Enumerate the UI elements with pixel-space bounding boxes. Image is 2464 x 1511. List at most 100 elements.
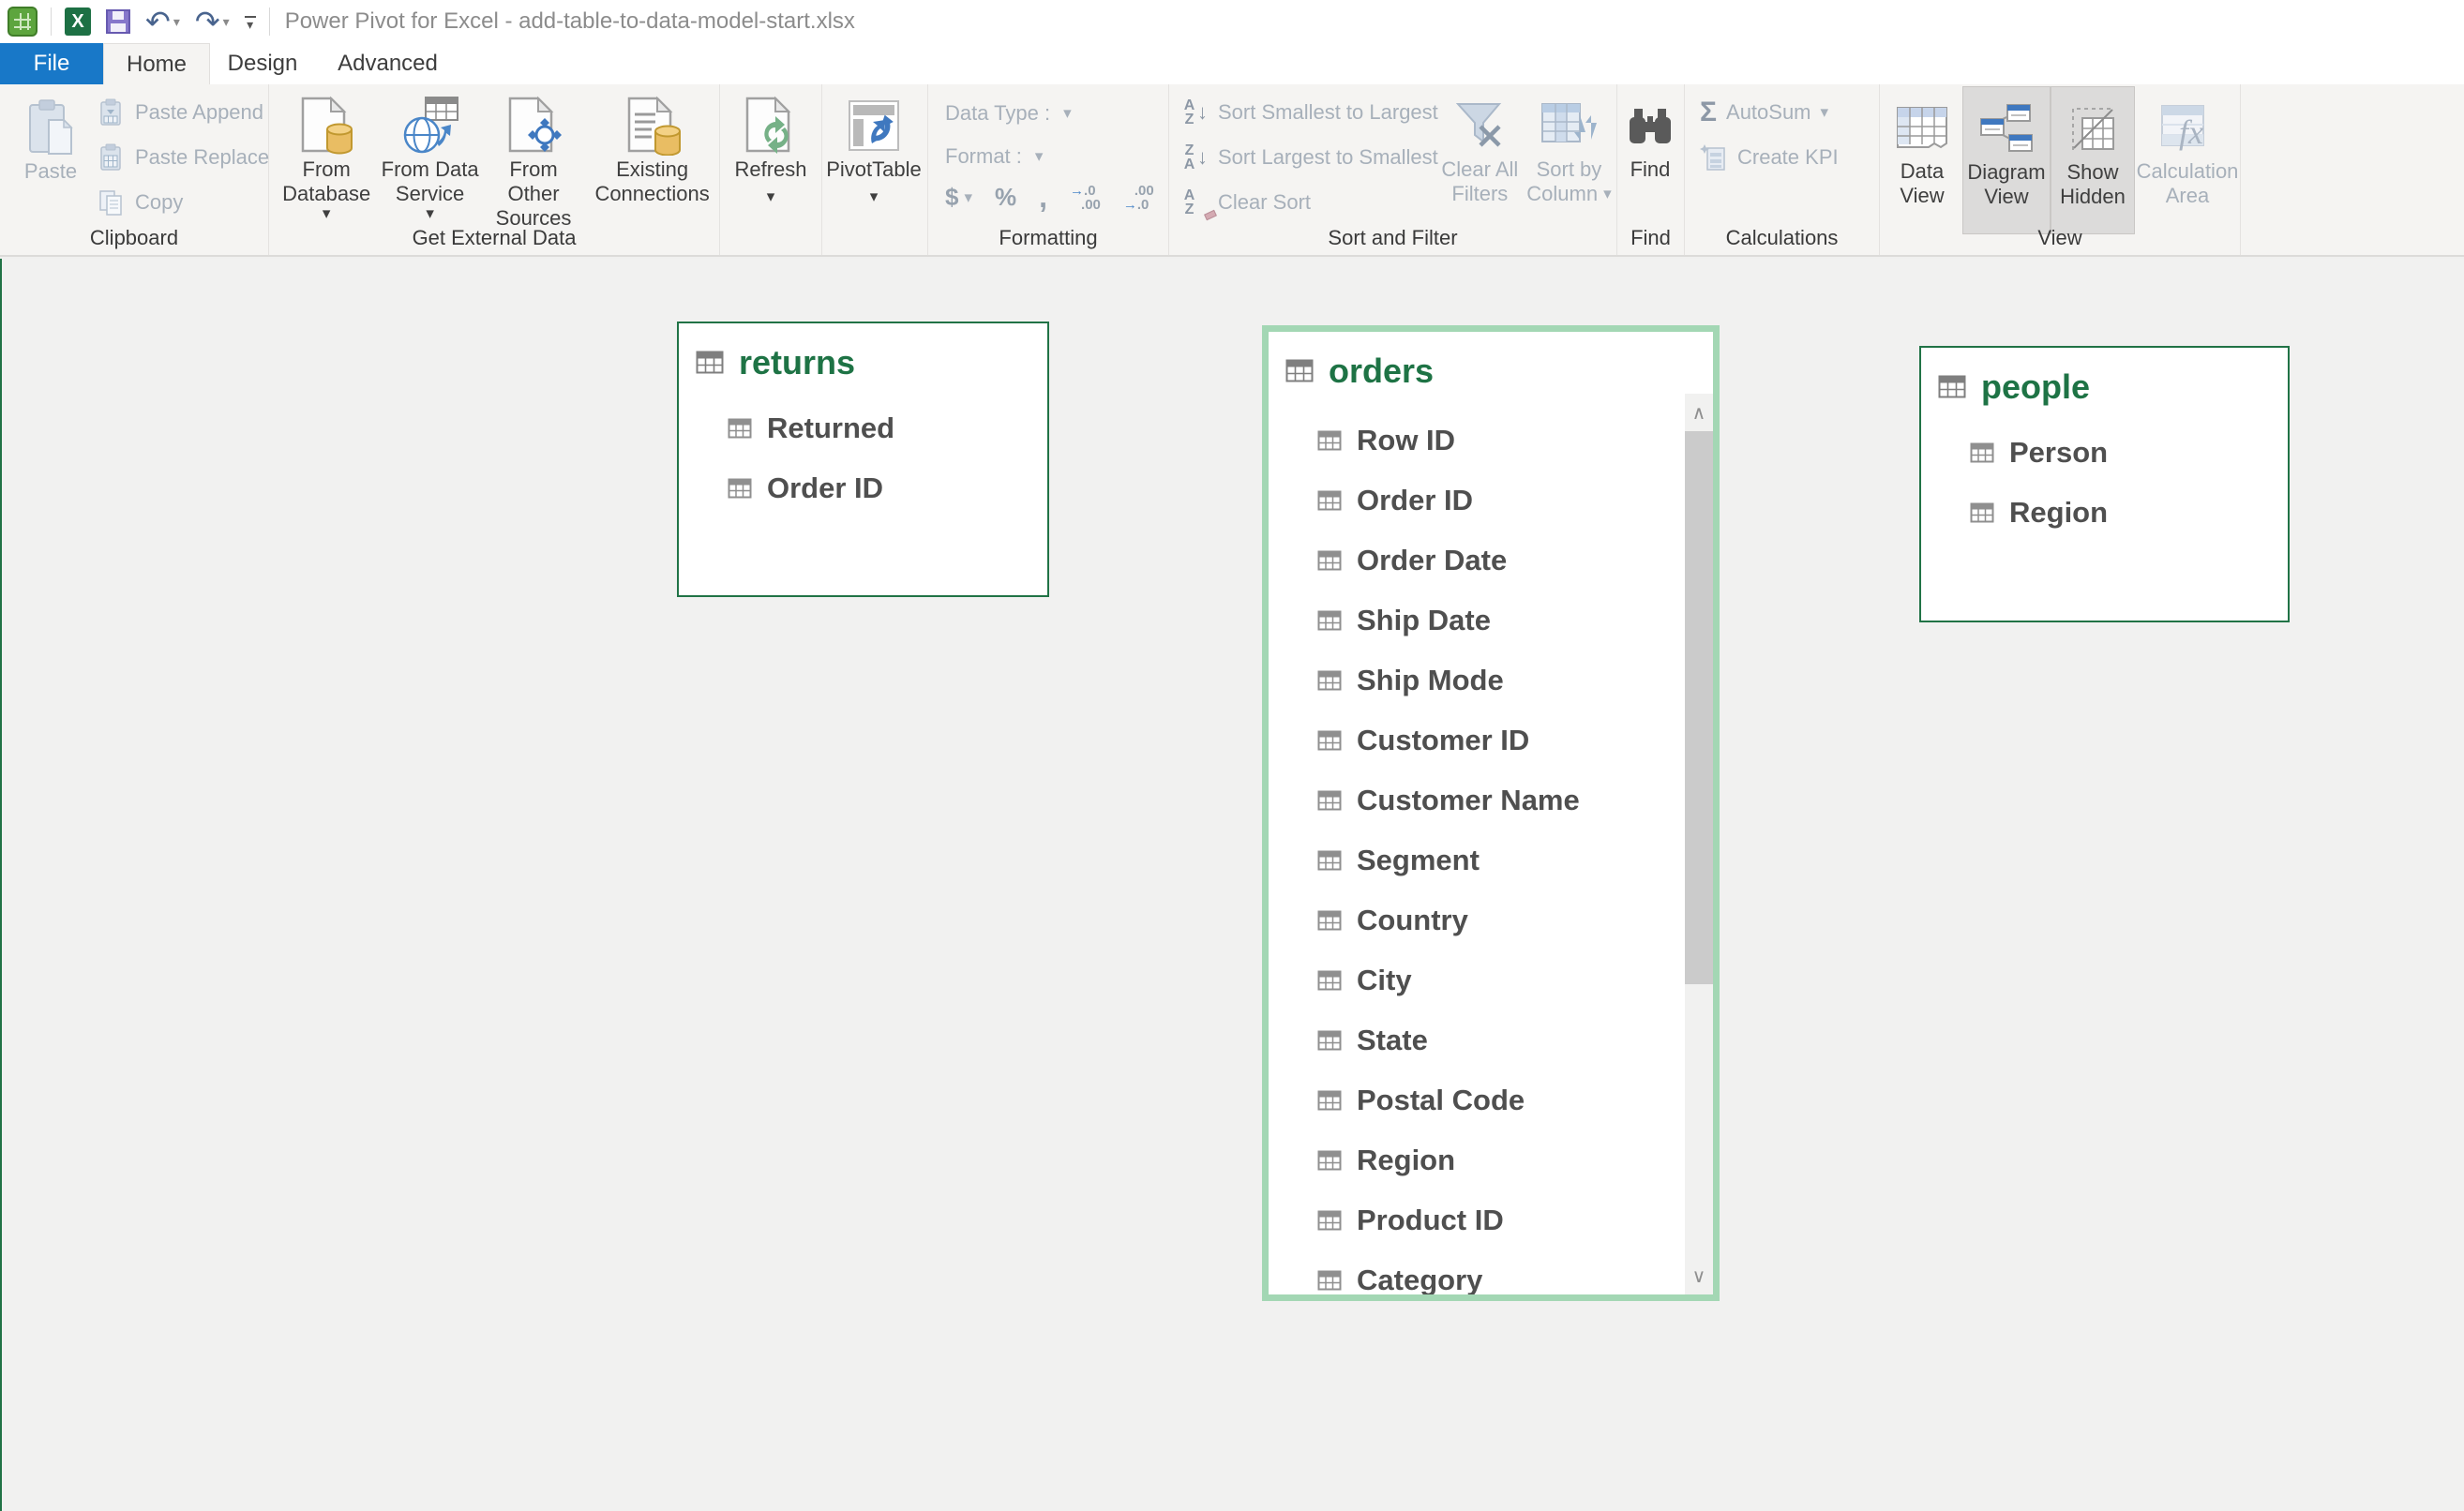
field-row[interactable]: Person xyxy=(1921,423,2288,483)
field-row[interactable]: Postal Code xyxy=(1269,1070,1670,1130)
redo-caret-icon[interactable]: ▾ xyxy=(223,14,230,30)
data-view-icon xyxy=(1895,96,1949,159)
diagram-table-returns[interactable]: returns Returned Order ID xyxy=(677,322,1049,597)
field-name: Ship Date xyxy=(1357,604,1491,637)
field-row[interactable]: Customer ID xyxy=(1269,711,1670,770)
orders-scrollbar[interactable]: ∧ ∨ xyxy=(1685,394,1713,1294)
decrease-decimal-button: .00 →.0 xyxy=(1123,184,1154,212)
field-row[interactable]: Segment xyxy=(1269,830,1670,890)
customize-qat-button[interactable]: ▾ xyxy=(237,3,263,40)
field-row[interactable]: Order ID xyxy=(1269,471,1670,531)
table-title[interactable]: people xyxy=(1921,359,2288,415)
field-name: Category xyxy=(1357,1264,1482,1297)
diagram-canvas[interactable]: returns Returned Order ID orders Row ID xyxy=(0,259,2464,1511)
tab-design[interactable]: Design xyxy=(210,43,315,84)
field-row[interactable]: Category xyxy=(1269,1250,1670,1301)
find-button[interactable]: Find xyxy=(1618,84,1682,232)
sort-smallest-largest-button: A ↓ Z Sort Smallest to Largest xyxy=(1182,92,1438,133)
tab-file[interactable]: File xyxy=(0,43,103,84)
tab-advanced[interactable]: Advanced xyxy=(315,43,460,84)
refresh-button[interactable]: Refresh ▾ xyxy=(724,84,818,232)
diagram-table-people[interactable]: people Person Region xyxy=(1919,346,2290,622)
dropdown-caret: ▾ xyxy=(1821,105,1829,120)
dropdown-caret: ▾ xyxy=(1035,149,1044,164)
copy-button: Copy xyxy=(98,182,269,223)
from-other-sources-button[interactable]: From Other Sources xyxy=(482,84,585,232)
pivottable-button[interactable]: PivotTable ▾ xyxy=(824,84,924,232)
field-row[interactable]: Product ID xyxy=(1269,1190,1670,1250)
undo-caret-icon[interactable]: ▾ xyxy=(173,14,180,30)
group-sort-filter: A ↓ Z Sort Smallest to Largest Z ↓ A Sor… xyxy=(1169,84,1617,255)
table-title[interactable]: orders xyxy=(1269,343,1713,399)
column-icon xyxy=(1317,910,1342,931)
diagram-table-orders[interactable]: orders Row ID Order ID Order Date Ship D… xyxy=(1262,325,1720,1301)
from-data-service-button[interactable]: From Data Service ▾ xyxy=(378,84,481,232)
group-get-external-data: From Database ▾ xyxy=(269,84,720,255)
field-row[interactable]: Region xyxy=(1921,483,2288,543)
group-label-get-external-data: Get External Data xyxy=(269,226,719,250)
column-icon xyxy=(1317,1030,1342,1051)
group-pivottable: PivotTable ▾ xyxy=(822,84,928,255)
column-icon xyxy=(1317,550,1342,571)
group-clipboard: Paste Paste Append xyxy=(0,84,269,255)
dropdown-caret[interactable]: ▾ xyxy=(426,206,434,221)
field-row[interactable]: Ship Date xyxy=(1269,591,1670,651)
group-label-calculations: Calculations xyxy=(1685,226,1879,250)
dropdown-caret[interactable]: ▾ xyxy=(323,206,331,221)
save-button[interactable] xyxy=(98,3,138,40)
group-formatting: Data Type : ▾ Format : ▾ $ ▾ % , →.0 xyxy=(928,84,1169,255)
from-database-button[interactable]: From Database ▾ xyxy=(275,84,378,232)
scroll-up-icon[interactable]: ∧ xyxy=(1685,394,1713,431)
scrollbar-thumb[interactable] xyxy=(1685,431,1713,984)
excel-icon[interactable]: X xyxy=(57,3,98,40)
field-row[interactable]: Order Date xyxy=(1269,531,1670,591)
tab-home[interactable]: Home xyxy=(103,43,210,84)
show-hidden-button[interactable]: Show Hidden xyxy=(2051,86,2135,234)
caret-down-icon: ▾ xyxy=(247,22,253,28)
field-row[interactable]: Order ID xyxy=(679,458,1047,518)
sort-largest-smallest-button: Z ↓ A Sort Largest to Smallest xyxy=(1182,137,1438,178)
powerpivot-window: X ↶ ▾ ↷ ▾ ▾ Power Pivot for Excel - add-… xyxy=(0,0,2464,1511)
diagram-view-icon xyxy=(1979,97,2034,160)
diagram-view-button[interactable]: Diagram View xyxy=(1962,86,2051,234)
title-bar: X ↶ ▾ ↷ ▾ ▾ Power Pivot for Excel - add-… xyxy=(0,0,2464,43)
group-label-clipboard: Clipboard xyxy=(0,226,268,250)
field-row[interactable]: Ship Mode xyxy=(1269,651,1670,711)
paste-replace-button: Paste Replace xyxy=(98,137,269,178)
dropdown-caret[interactable]: ▾ xyxy=(870,189,879,204)
data-type-dropdown: Data Type : ▾ xyxy=(945,92,1168,135)
thousands-separator-button: , xyxy=(1039,180,1047,215)
field-name: Order ID xyxy=(767,471,883,505)
field-row[interactable]: Region xyxy=(1269,1130,1670,1190)
data-view-button[interactable]: Data View xyxy=(1882,86,1962,234)
field-row[interactable]: Returned xyxy=(679,398,1047,458)
undo-button[interactable]: ↶ ▾ xyxy=(138,3,188,40)
app-icon[interactable] xyxy=(0,3,45,40)
dropdown-caret[interactable]: ▾ xyxy=(767,189,775,204)
table-title[interactable]: returns xyxy=(679,335,1047,391)
field-row[interactable]: City xyxy=(1269,950,1670,1010)
existing-connections-button[interactable]: Existing Connections xyxy=(585,84,719,232)
field-name: Segment xyxy=(1357,844,1480,877)
clear-filters-icon xyxy=(1456,94,1503,157)
divider xyxy=(51,7,52,36)
table-name: orders xyxy=(1329,352,1434,391)
field-row[interactable]: Row ID xyxy=(1269,411,1670,471)
field-row[interactable]: Customer Name xyxy=(1269,770,1670,830)
table-icon xyxy=(1285,359,1314,383)
column-icon xyxy=(728,478,752,499)
redo-button[interactable]: ↷ ▾ xyxy=(188,3,237,40)
field-name: State xyxy=(1357,1024,1428,1057)
dropdown-caret: ▾ xyxy=(964,190,972,205)
field-row[interactable]: Country xyxy=(1269,890,1670,950)
column-icon xyxy=(1317,1270,1342,1291)
divider xyxy=(269,7,270,36)
redo-icon: ↷ xyxy=(195,7,220,37)
refresh-icon xyxy=(742,94,800,157)
column-icon xyxy=(1317,850,1342,871)
field-name: Ship Mode xyxy=(1357,664,1504,697)
column-icon xyxy=(1317,730,1342,751)
field-row[interactable]: State xyxy=(1269,1010,1670,1070)
scroll-down-icon[interactable]: ∨ xyxy=(1685,1257,1713,1294)
paste-replace-icon xyxy=(98,143,126,172)
